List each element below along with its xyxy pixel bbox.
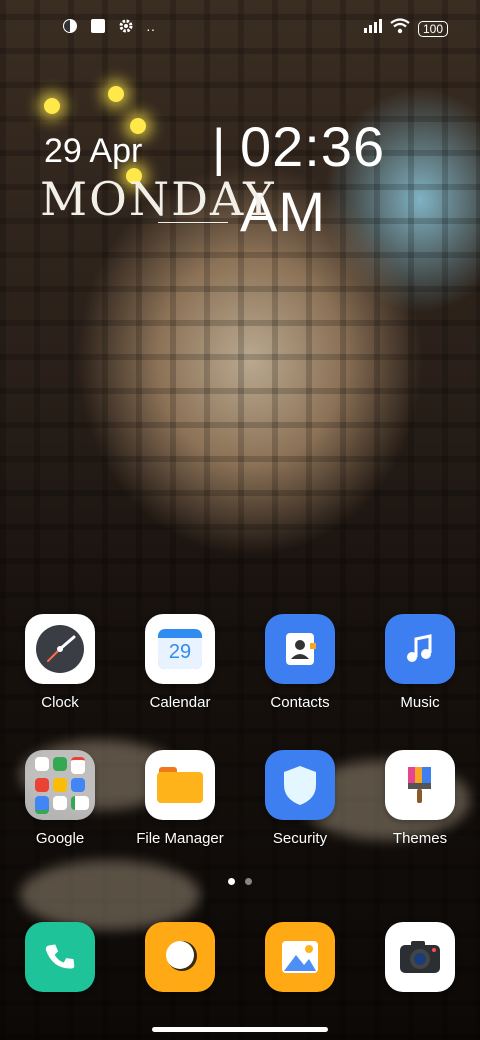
- gallery-icon: [265, 922, 335, 992]
- google-g-icon: [35, 756, 49, 771]
- dock-camera[interactable]: [360, 922, 480, 992]
- calendar-date-badge: 29: [168, 641, 192, 663]
- camera-icon: [385, 922, 455, 992]
- wifi-icon: [390, 18, 410, 39]
- day-underline: [158, 222, 228, 223]
- music-note-icon: [385, 614, 455, 684]
- app-label: Calendar: [149, 694, 211, 711]
- page-dot-2[interactable]: [245, 878, 252, 885]
- app-row-1: Clock 29 Calendar Contacts Music: [0, 614, 480, 711]
- app-clock[interactable]: Clock: [0, 614, 120, 711]
- more-notifications-icon: ··: [146, 20, 156, 37]
- battery-indicator: 100: [417, 20, 448, 37]
- status-bar: ·· 100: [0, 0, 480, 56]
- app-calendar[interactable]: 29 Calendar: [120, 614, 240, 711]
- notification-square-icon: [90, 18, 106, 39]
- widget-date: 29 Apr: [44, 132, 143, 170]
- signal-icon: [363, 19, 382, 38]
- app-label: File Manager: [136, 830, 224, 847]
- page-indicator: [0, 878, 480, 885]
- widget-separator: |: [212, 119, 226, 177]
- app-label: Google: [35, 830, 85, 847]
- paintbrush-icon: [385, 750, 455, 820]
- app-label: Music: [400, 694, 440, 711]
- app-label: Security: [272, 830, 328, 847]
- dock: [0, 922, 480, 992]
- maps-icon: [71, 756, 85, 774]
- app-security[interactable]: Security: [240, 750, 360, 847]
- pay-icon: [71, 777, 85, 792]
- app-file-manager[interactable]: File Manager: [120, 750, 240, 847]
- wallpaper-light: [108, 86, 124, 102]
- clock-widget[interactable]: 29 Apr | 02:36 AM MONDAY: [40, 112, 460, 243]
- dock-phone[interactable]: [0, 922, 120, 992]
- contacts-icon: [265, 614, 335, 684]
- play-store-icon: [71, 795, 89, 810]
- settings-gear-icon: [118, 18, 134, 39]
- app-themes[interactable]: Themes: [360, 750, 480, 847]
- messages-icon: [145, 922, 215, 992]
- app-contacts[interactable]: Contacts: [240, 614, 360, 711]
- folder-google[interactable]: Google: [0, 750, 120, 847]
- app-label: Clock: [41, 694, 79, 711]
- calendar-icon: 29: [145, 614, 215, 684]
- phone-icon: [25, 922, 95, 992]
- app-label: Contacts: [270, 694, 330, 711]
- widget-day: MONDAY: [40, 172, 276, 226]
- shield-icon: [265, 750, 335, 820]
- wallpaper-highlight: [20, 860, 200, 930]
- google-app-icon: [53, 756, 67, 771]
- folder-icon: [145, 750, 215, 820]
- dock-messages[interactable]: [120, 922, 240, 992]
- page-dot-1[interactable]: [228, 878, 235, 885]
- google-app-icon: [53, 795, 67, 810]
- google-app-icon: [53, 777, 67, 792]
- app-row-2: Google File Manager Security Themes: [0, 750, 480, 847]
- gmail-icon: [35, 777, 49, 792]
- clock-icon: [25, 614, 95, 684]
- google-folder-icon: [25, 750, 95, 820]
- photos-icon: [35, 795, 49, 814]
- app-music[interactable]: Music: [360, 614, 480, 711]
- notification-app-icon: [62, 18, 78, 39]
- home-gesture-bar[interactable]: [152, 1027, 328, 1032]
- app-label: Themes: [392, 830, 448, 847]
- dock-gallery[interactable]: [240, 922, 360, 992]
